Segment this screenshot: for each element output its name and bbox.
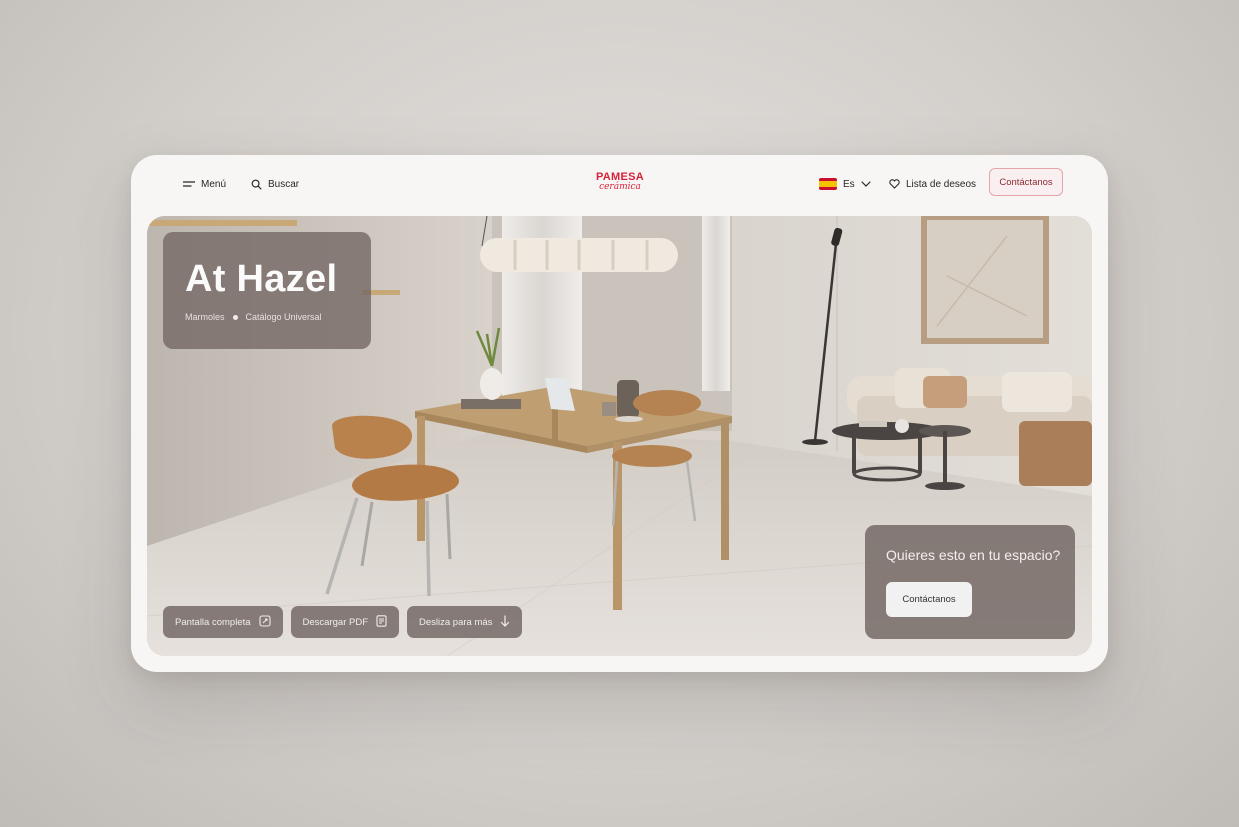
- document-icon: [376, 614, 387, 630]
- spain-flag-icon: [819, 178, 837, 190]
- search-label: Buscar: [268, 178, 300, 190]
- search-icon: [251, 179, 262, 190]
- top-navigation: Menú Buscar PAMESA cerámica Es Lista de …: [131, 155, 1108, 215]
- hero-actions: Pantalla completa Descargar PDF Desliza …: [163, 606, 523, 638]
- download-pdf-button[interactable]: Descargar PDF: [290, 606, 399, 638]
- scroll-label: Desliza para más: [419, 616, 493, 628]
- fullscreen-icon: [258, 614, 271, 630]
- language-label: Es: [843, 178, 855, 190]
- chevron-down-icon: [861, 181, 871, 187]
- hero-section: At Hazel Marmoles Catálogo Universal Pan…: [147, 216, 1092, 656]
- language-selector[interactable]: Es: [819, 177, 871, 191]
- cta-contact-button[interactable]: Contáctanos: [886, 582, 972, 617]
- fullscreen-button[interactable]: Pantalla completa: [163, 606, 283, 638]
- menu-button[interactable]: Menú: [183, 177, 226, 191]
- catalog-link[interactable]: Catálogo Universal: [246, 312, 322, 322]
- collection-title: At Hazel: [185, 258, 338, 300]
- fullscreen-label: Pantalla completa: [175, 616, 251, 628]
- wishlist-link[interactable]: Lista de deseos: [889, 177, 976, 191]
- menu-label: Menú: [201, 178, 227, 190]
- brand-logo[interactable]: PAMESA cerámica: [592, 171, 648, 197]
- collection-title-panel: At Hazel Marmoles Catálogo Universal: [163, 232, 371, 349]
- download-label: Descargar PDF: [302, 616, 368, 628]
- menu-icon: [183, 180, 195, 188]
- cta-question: Quieres esto en tu espacio?: [886, 547, 1061, 563]
- category-link[interactable]: Marmoles: [185, 312, 225, 322]
- separator-dot: [232, 314, 238, 320]
- contact-cta-panel: Quieres esto en tu espacio? Contáctanos: [865, 525, 1075, 639]
- wishlist-label: Lista de deseos: [906, 178, 977, 190]
- browser-card: Menú Buscar PAMESA cerámica Es Lista de …: [131, 155, 1108, 672]
- collection-meta: Marmoles Catálogo Universal: [185, 312, 322, 322]
- contact-button[interactable]: Contáctanos: [989, 168, 1063, 196]
- scroll-more-button[interactable]: Desliza para más: [407, 606, 523, 638]
- search-button[interactable]: Buscar: [251, 177, 299, 191]
- arrow-down-icon: [500, 614, 510, 630]
- logo-tagline: cerámica: [599, 182, 641, 192]
- heart-icon: [889, 179, 900, 189]
